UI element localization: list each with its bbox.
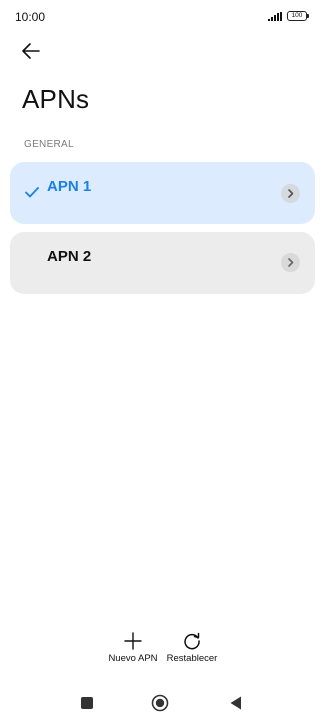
reset-label: Restablecer xyxy=(166,653,218,664)
apn-item-label: APN 2 xyxy=(47,248,92,265)
chevron-right-icon[interactable] xyxy=(281,253,300,272)
battery-icon: 100 xyxy=(287,11,309,21)
back-triangle-icon[interactable] xyxy=(229,695,243,711)
chevron-right-icon[interactable] xyxy=(281,184,300,203)
arrow-left-icon xyxy=(22,43,40,59)
plus-icon xyxy=(124,632,142,650)
check-icon xyxy=(25,187,39,198)
back-button[interactable] xyxy=(20,38,50,64)
battery-level: 100 xyxy=(291,12,303,19)
apn-item-label: APN 1 xyxy=(47,178,92,195)
refresh-icon xyxy=(184,632,200,650)
status-time: 10:00 xyxy=(15,10,46,24)
recents-square-icon[interactable] xyxy=(81,697,93,709)
page-title: APNs xyxy=(22,84,90,114)
home-circle-icon[interactable] xyxy=(151,694,169,712)
signal-icon xyxy=(268,12,284,21)
apn-item-1[interactable]: APN 1 xyxy=(10,162,315,224)
status-bar: 10:00 100 xyxy=(0,0,325,34)
apn-item-2[interactable]: APN 2 xyxy=(10,232,315,294)
new-apn-label: Nuevo APN xyxy=(108,653,158,664)
system-nav-bar xyxy=(0,690,325,720)
reset-button[interactable]: Restablecer xyxy=(163,630,221,664)
new-apn-button[interactable]: Nuevo APN xyxy=(105,630,161,664)
section-label: GENERAL xyxy=(24,139,74,150)
